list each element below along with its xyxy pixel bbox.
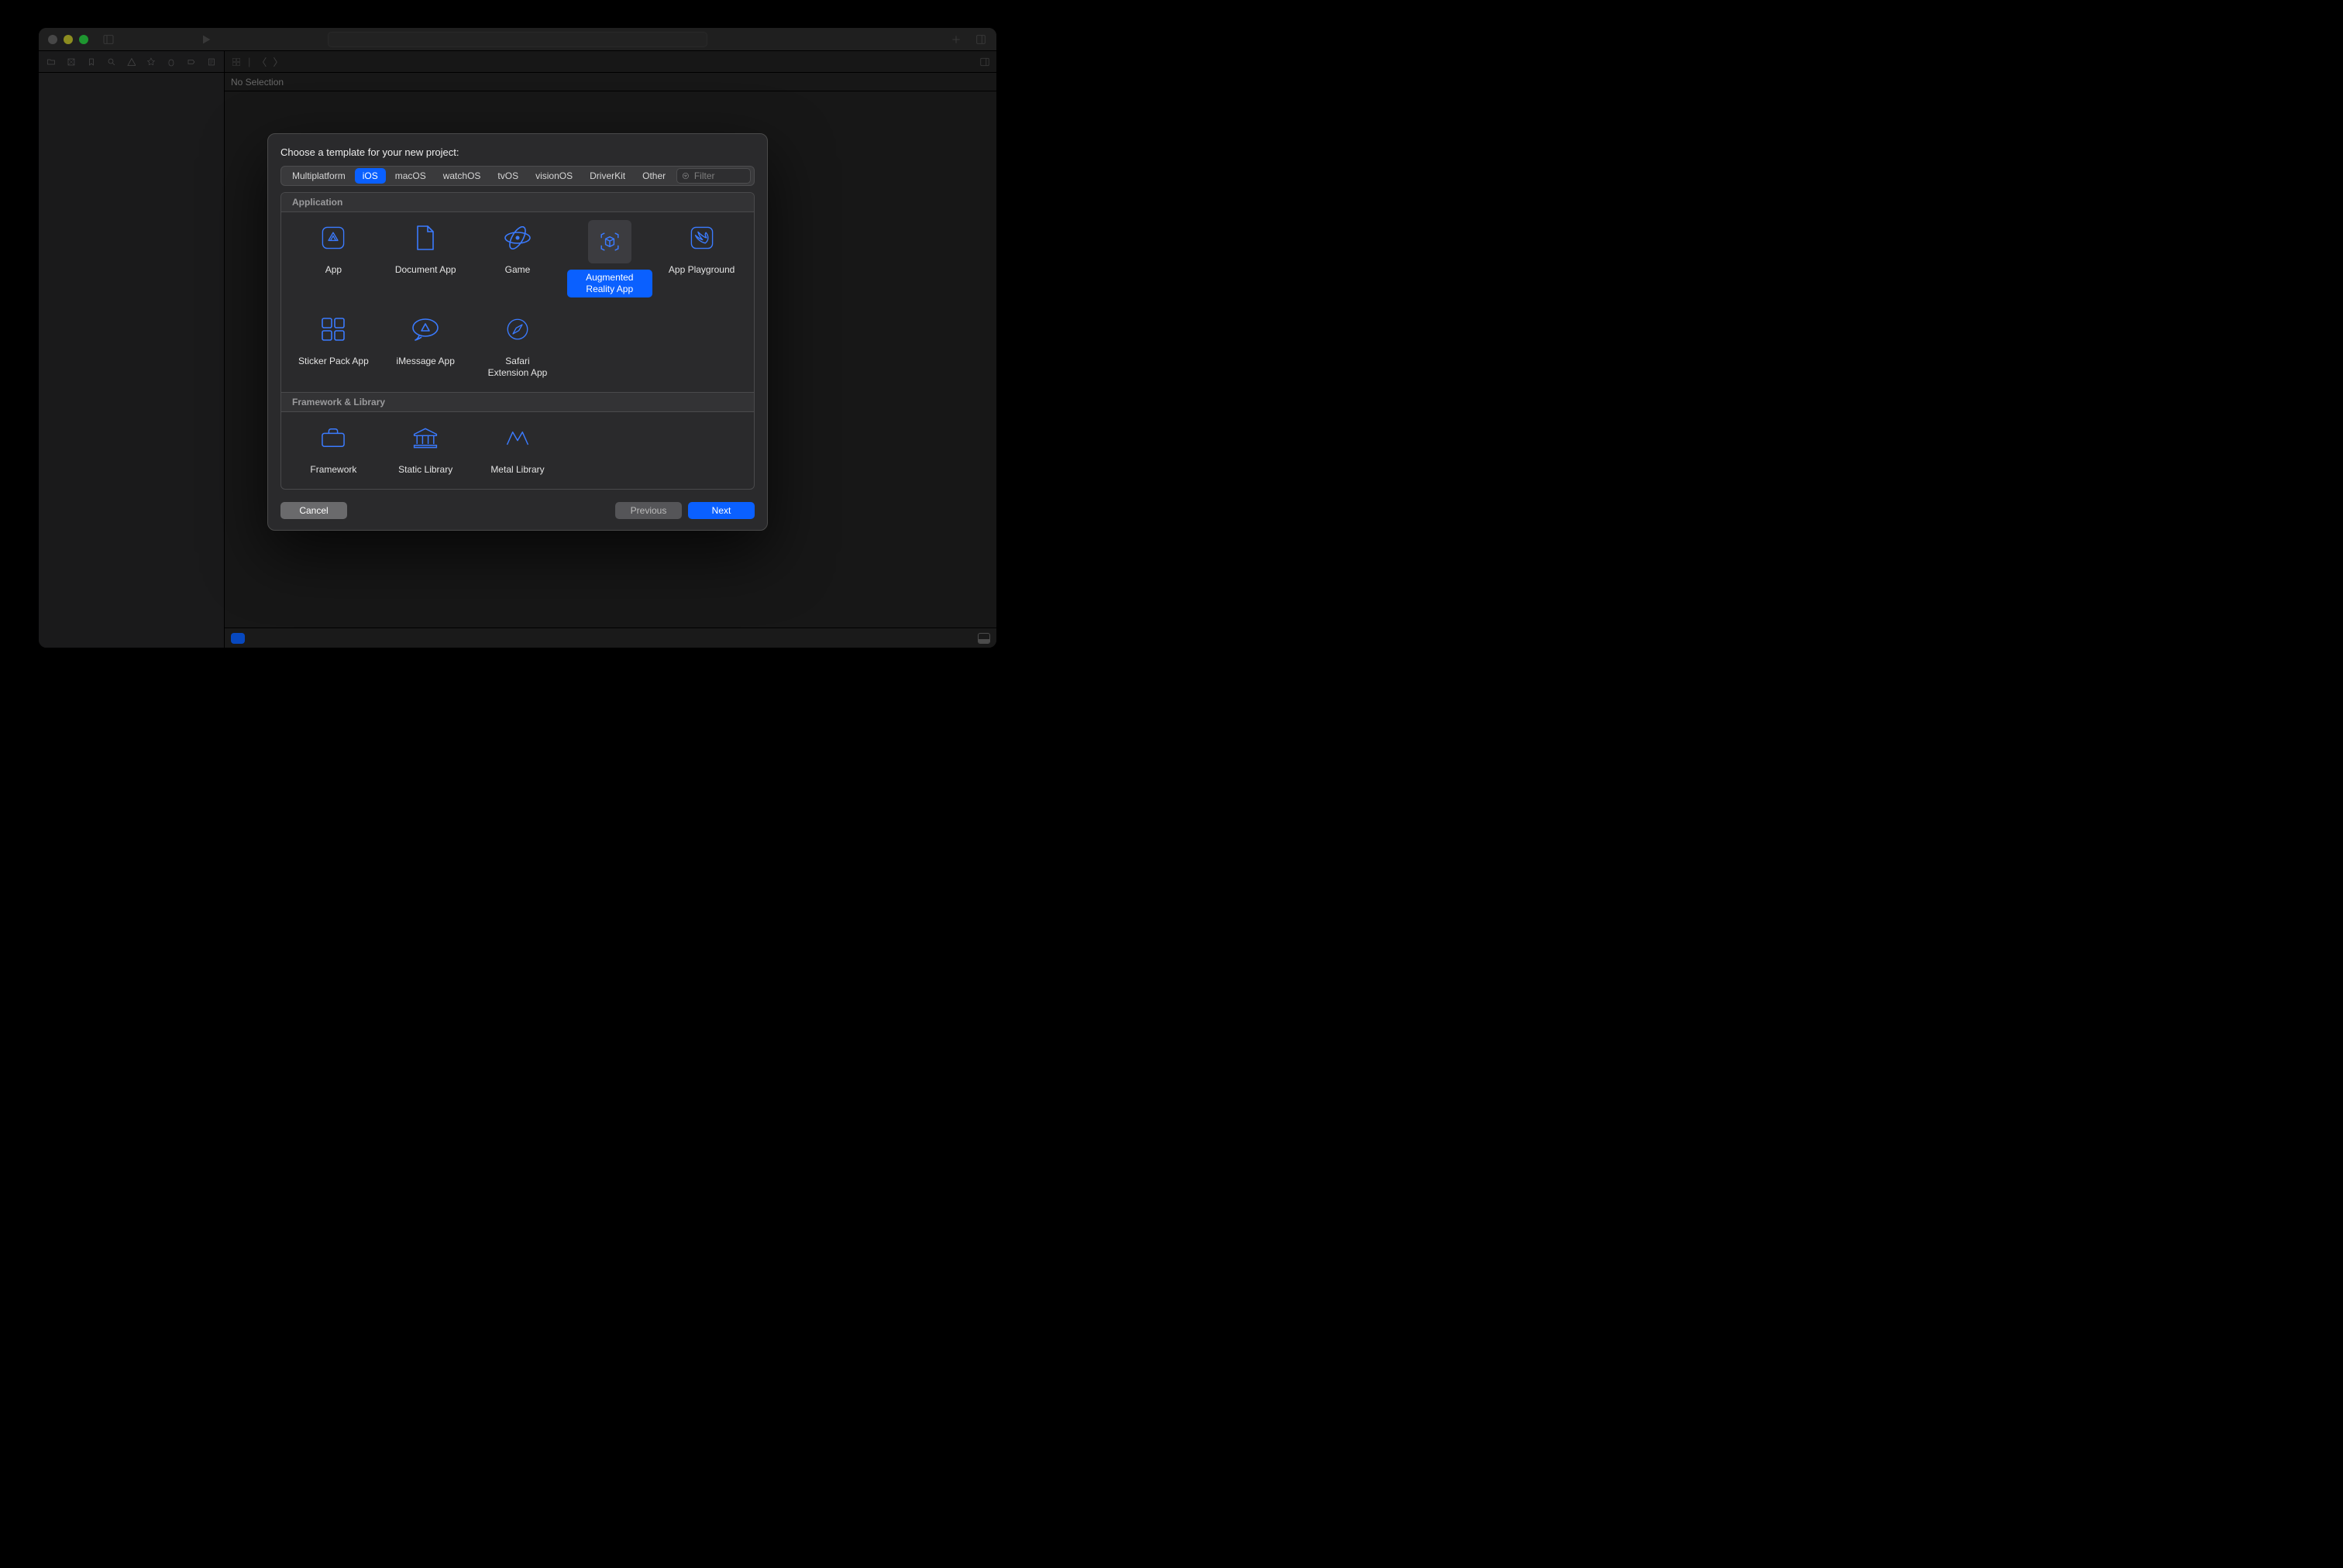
tab-multiplatform[interactable]: Multiplatform (284, 168, 353, 184)
platform-tabbar: Multiplatform iOS macOS watchOS tvOS vis… (280, 166, 755, 186)
framework-icon (315, 420, 351, 456)
next-button[interactable]: Next (688, 502, 755, 519)
tab-tvos[interactable]: tvOS (490, 168, 526, 184)
static-library-icon (408, 420, 443, 456)
document-icon (408, 220, 443, 256)
safari-icon (500, 311, 535, 347)
template-label: Static Library (390, 462, 460, 478)
template-document-app[interactable]: Document App (380, 220, 472, 297)
tab-other[interactable]: Other (635, 168, 673, 184)
cancel-button[interactable]: Cancel (280, 502, 347, 519)
section-application-header: Application (281, 193, 754, 212)
template-metal-library[interactable]: Metal Library (472, 420, 564, 478)
tab-driverkit[interactable]: DriverKit (582, 168, 633, 184)
template-label: Game (497, 262, 538, 278)
template-chooser-dialog: Choose a template for your new project: … (267, 133, 768, 531)
game-icon (500, 220, 535, 256)
template-chooser-overlay: Choose a template for your new project: … (39, 28, 996, 648)
template-safari-extension-app[interactable]: Safari Extension App (472, 311, 564, 381)
template-framework[interactable]: Framework (287, 420, 380, 478)
template-label: Document App (387, 262, 464, 278)
arkit-icon (588, 220, 631, 263)
template-label: App Playground (661, 262, 742, 278)
template-label: Sticker Pack App (291, 353, 377, 370)
template-label: Augmented Reality App (567, 270, 652, 297)
dialog-footer: Cancel Previous Next (280, 502, 755, 519)
section-application-grid: App Document App Game (281, 212, 754, 392)
sticker-icon (315, 311, 351, 347)
template-label: Metal Library (483, 462, 552, 478)
tab-visionos[interactable]: visionOS (528, 168, 580, 184)
template-imessage-app[interactable]: iMessage App (380, 311, 472, 381)
section-framework-grid: Framework Static Library Metal Library (281, 412, 754, 489)
xcode-window: | 〈 〉 No Selection Choose a template for… (39, 28, 996, 648)
template-app-playground[interactable]: App Playground (655, 220, 748, 297)
imessage-icon (408, 311, 443, 347)
template-augmented-reality-app[interactable]: Augmented Reality App (563, 220, 655, 297)
metal-icon (500, 420, 535, 456)
template-list: Application App Document App (280, 192, 755, 490)
dialog-title: Choose a template for your new project: (280, 146, 755, 158)
tab-watchos[interactable]: watchOS (435, 168, 489, 184)
template-sticker-pack-app[interactable]: Sticker Pack App (287, 311, 380, 381)
template-game[interactable]: Game (472, 220, 564, 297)
tab-macos[interactable]: macOS (387, 168, 434, 184)
template-static-library[interactable]: Static Library (380, 420, 472, 478)
filter-icon (682, 171, 690, 181)
filter-input[interactable] (694, 170, 745, 181)
template-label: iMessage App (389, 353, 463, 370)
template-label: App (318, 262, 349, 278)
filter-field[interactable] (676, 168, 751, 184)
app-icon (315, 220, 351, 256)
tab-ios[interactable]: iOS (355, 168, 386, 184)
previous-button[interactable]: Previous (615, 502, 682, 519)
section-framework-header: Framework & Library (281, 392, 754, 412)
template-app[interactable]: App (287, 220, 380, 297)
template-label: Safari Extension App (479, 353, 556, 381)
swift-playground-icon (684, 220, 720, 256)
template-label: Framework (302, 462, 364, 478)
